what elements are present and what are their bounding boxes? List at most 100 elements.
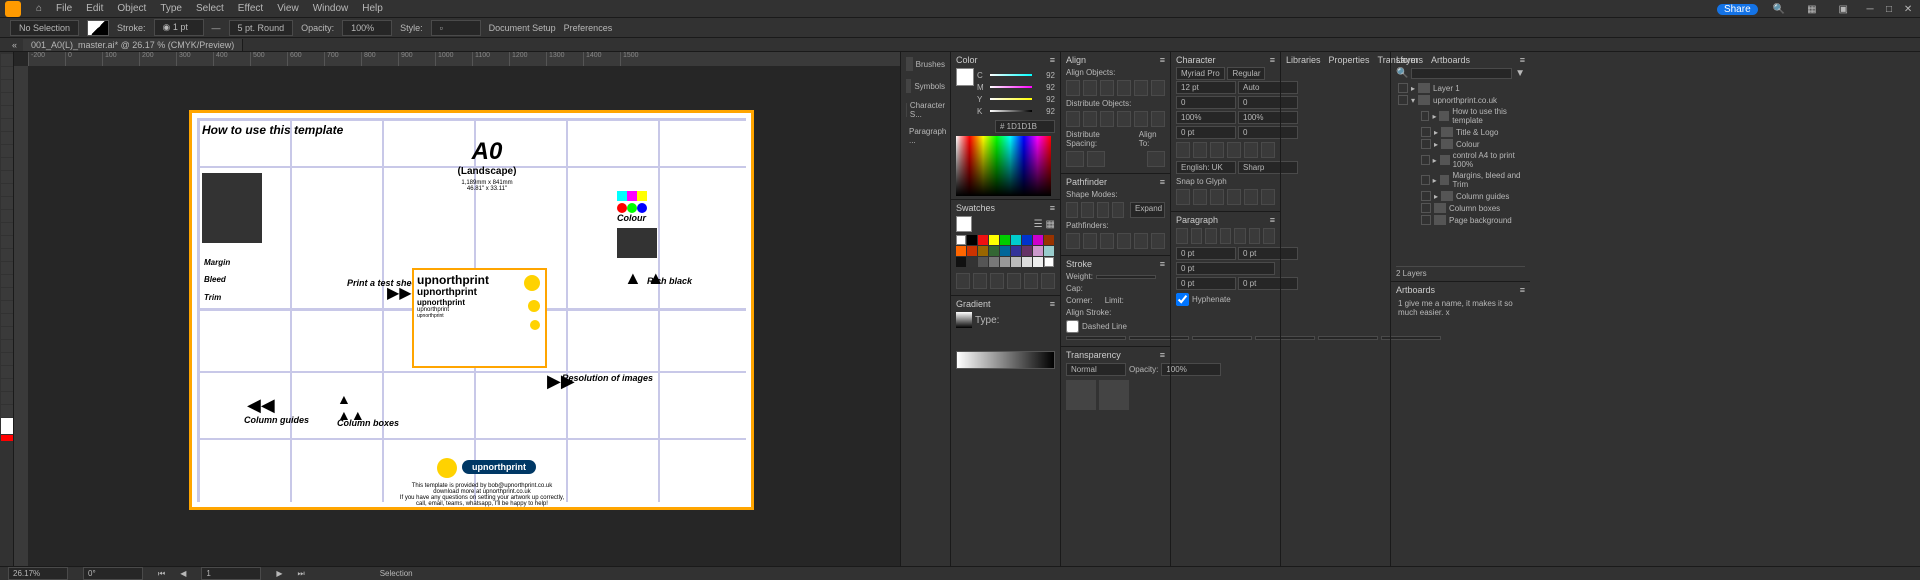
align-left-icon[interactable] (1066, 80, 1080, 96)
swatch[interactable] (1022, 257, 1032, 267)
rectangle-tool[interactable] (1, 158, 13, 170)
mesh-tool[interactable] (1, 288, 13, 300)
swatch[interactable] (1044, 235, 1054, 245)
delete-swatch-icon[interactable] (1041, 273, 1055, 289)
swatch[interactable] (1011, 235, 1021, 245)
line-tool[interactable] (1, 145, 13, 157)
m-value[interactable]: 92 (1035, 83, 1055, 92)
merge-icon[interactable] (1100, 233, 1114, 249)
swatch[interactable] (956, 257, 966, 267)
char-styles-dock[interactable]: Character S... (906, 101, 945, 119)
align-center-para-icon[interactable] (1191, 228, 1203, 244)
doc-handle-icon[interactable]: « (12, 40, 17, 50)
panel-menu-icon[interactable]: ≡ (1270, 55, 1275, 65)
curvature-tool[interactable] (1, 119, 13, 131)
y-slider[interactable] (990, 98, 1032, 100)
symbol-sprayer-tool[interactable] (1, 340, 13, 352)
exclude-icon[interactable] (1112, 202, 1124, 218)
subscript-icon[interactable] (1227, 142, 1241, 158)
artboard-nav-prev-icon[interactable]: ◀ (180, 569, 186, 578)
eraser-tool[interactable] (1, 197, 13, 209)
layer-name[interactable]: How to use this template (1452, 107, 1523, 125)
underline-icon[interactable] (1244, 142, 1258, 158)
outline-icon[interactable] (1134, 233, 1148, 249)
smallcaps-icon[interactable] (1193, 142, 1207, 158)
canvas-area[interactable]: -200010020030040050060070080090010001100… (14, 52, 900, 572)
layer-search-icon[interactable]: 🔍 (1396, 68, 1408, 79)
pen-tool[interactable] (1, 106, 13, 118)
justify-all-icon[interactable] (1263, 228, 1275, 244)
artboard[interactable]: How to use this template A0 (Landscape) … (189, 110, 754, 510)
expand-button[interactable]: Expand (1130, 202, 1165, 218)
menu-type[interactable]: Type (153, 3, 189, 14)
disclosure-icon[interactable]: ▸ (1434, 128, 1438, 137)
menu-help[interactable]: Help (355, 3, 390, 14)
align-right-para-icon[interactable] (1205, 228, 1217, 244)
panel-menu-icon[interactable]: ≡ (1050, 203, 1055, 213)
k-value[interactable]: 92 (1035, 107, 1055, 116)
magic-wand-tool[interactable] (1, 80, 13, 92)
para-styles-dock[interactable]: Paragraph ... (906, 127, 945, 145)
menu-file[interactable]: File (49, 3, 79, 14)
disclosure-icon[interactable]: ▸ (1434, 192, 1438, 201)
swatch-kind-icon[interactable] (973, 273, 987, 289)
swatch[interactable] (978, 246, 988, 256)
align-vcenter-icon[interactable] (1134, 80, 1148, 96)
free-transform-tool[interactable] (1, 249, 13, 261)
swatch[interactable] (989, 235, 999, 245)
stroke-profile[interactable]: — (212, 23, 221, 33)
layer-name[interactable]: Margins, bleed and Trim (1452, 171, 1523, 189)
swatch[interactable] (967, 235, 977, 245)
panel-menu-icon[interactable]: ≡ (1050, 299, 1055, 309)
panel-menu-icon[interactable]: ≡ (1270, 215, 1275, 225)
layer-row[interactable]: ▸Layer 1 (1396, 82, 1525, 94)
menu-object[interactable]: Object (110, 3, 153, 14)
layer-name[interactable]: Page background (1449, 216, 1512, 225)
color-fill-swatch[interactable] (956, 68, 974, 86)
transparency-tab[interactable]: Transparency (1066, 350, 1121, 360)
visibility-icon[interactable] (1421, 155, 1430, 165)
menu-window[interactable]: Window (306, 3, 356, 14)
dashed-line-checkbox[interactable] (1066, 320, 1079, 333)
workspace-icon[interactable]: ▣ (1832, 4, 1855, 15)
swatch[interactable] (1022, 235, 1032, 245)
layer-name[interactable]: Colour (1456, 140, 1480, 149)
color-tab[interactable]: Color (956, 55, 978, 65)
dash-1[interactable] (1066, 336, 1126, 340)
artboard-tool[interactable] (1, 366, 13, 378)
swatch[interactable] (956, 246, 966, 256)
layer-row[interactable]: Page background (1396, 214, 1525, 226)
y-value[interactable]: 92 (1035, 95, 1055, 104)
language-dropdown[interactable]: English: UK (1176, 161, 1236, 174)
swatch-libraries-icon[interactable] (956, 273, 970, 289)
symbols-dock[interactable]: Symbols (906, 79, 945, 93)
layer-row[interactable]: ▸Colour (1396, 138, 1525, 150)
column-graph-tool[interactable] (1, 353, 13, 365)
visibility-icon[interactable] (1398, 83, 1408, 93)
panel-menu-icon[interactable]: ≡ (1160, 177, 1165, 187)
gradient-slider[interactable] (956, 351, 1055, 369)
layers-tab[interactable]: Layers (1396, 55, 1423, 65)
visibility-icon[interactable] (1421, 203, 1431, 213)
menu-edit[interactable]: Edit (79, 3, 110, 14)
font-size-input[interactable]: 12 pt (1176, 81, 1236, 94)
color-spectrum[interactable] (956, 136, 1051, 196)
direct-selection-tool[interactable] (1, 67, 13, 79)
glyph-5-icon[interactable] (1244, 189, 1258, 205)
layer-row[interactable]: ▸control A4 to print 100% (1396, 150, 1525, 170)
document-tab[interactable]: 001_A0(L)_master.ai* @ 26.17 % (CMYK/Pre… (23, 39, 243, 51)
justify-center-icon[interactable] (1234, 228, 1246, 244)
artboard-name[interactable]: 1 give me a name, it makes it so much ea… (1398, 299, 1523, 317)
artboard-row[interactable]: 1 give me a name, it makes it so much ea… (1396, 298, 1525, 318)
swatch[interactable] (967, 257, 977, 267)
layer-search-input[interactable] (1411, 68, 1512, 79)
minimize-icon[interactable]: ─ (1863, 3, 1877, 15)
artboards-tab[interactable]: Artboards (1431, 55, 1470, 65)
layer-row[interactable]: ▸Title & Logo (1396, 126, 1525, 138)
blend-tool[interactable] (1, 327, 13, 339)
swatch[interactable] (989, 246, 999, 256)
paragraph-tab[interactable]: Paragraph (1176, 215, 1218, 225)
intersect-icon[interactable] (1097, 202, 1109, 218)
layer-row[interactable]: ▸ How to use this template (1396, 106, 1525, 126)
disclosure-icon[interactable]: ▸ (1432, 112, 1436, 121)
